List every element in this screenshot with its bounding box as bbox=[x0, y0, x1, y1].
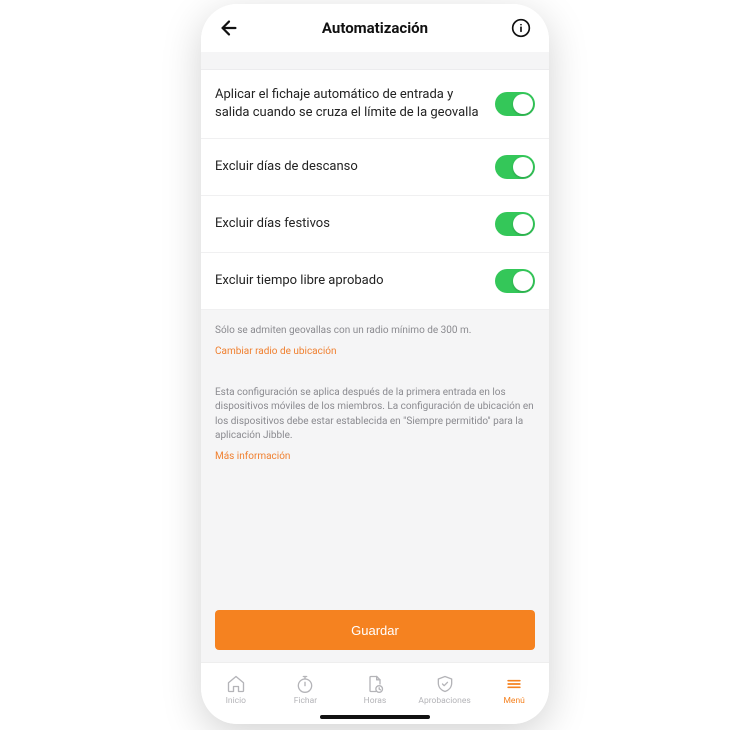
tab-menu[interactable]: Menú bbox=[479, 674, 549, 706]
tab-home[interactable]: Inicio bbox=[201, 674, 271, 706]
page-title: Automatización bbox=[322, 19, 428, 37]
arrow-left-icon bbox=[218, 17, 240, 39]
info-section-radius: Sólo se admiten geovallas con un radio m… bbox=[201, 310, 549, 368]
toggle-exclude-holidays[interactable] bbox=[495, 212, 535, 236]
home-icon bbox=[226, 674, 246, 694]
phone-frame: Automatización Aplicar el fichaje automá… bbox=[201, 4, 549, 724]
content-fill bbox=[201, 473, 549, 600]
info-section-permissions: Esta configuración se aplica después de … bbox=[201, 368, 549, 473]
setting-row-exclude-rest: Excluir días de descanso bbox=[201, 139, 549, 196]
setting-label: Excluir días festivos bbox=[215, 215, 344, 233]
tab-label: Fichar bbox=[294, 696, 317, 706]
info-button[interactable] bbox=[507, 14, 535, 42]
setting-row-exclude-timeoff: Excluir tiempo libre aprobado bbox=[201, 253, 549, 310]
save-button-wrap: Guardar bbox=[201, 600, 549, 662]
change-radius-link[interactable]: Cambiar radio de ubicación bbox=[215, 346, 337, 357]
tab-hours[interactable]: Horas bbox=[340, 674, 410, 706]
menu-icon bbox=[504, 674, 524, 694]
section-spacer bbox=[201, 52, 549, 70]
setting-label: Excluir tiempo libre aprobado bbox=[215, 272, 398, 290]
toggle-exclude-rest[interactable] bbox=[495, 155, 535, 179]
tab-label: Aprobaciones bbox=[418, 696, 470, 706]
tab-clock[interactable]: Fichar bbox=[271, 674, 341, 706]
save-button[interactable]: Guardar bbox=[215, 610, 535, 650]
tab-label: Menú bbox=[504, 696, 525, 706]
info-text: Esta configuración se aplica después de … bbox=[215, 386, 535, 444]
home-indicator bbox=[320, 715, 430, 719]
document-clock-icon bbox=[365, 674, 385, 694]
back-button[interactable] bbox=[215, 14, 243, 42]
more-info-link[interactable]: Más información bbox=[215, 451, 290, 462]
info-text: Sólo se admiten geovallas con un radio m… bbox=[215, 324, 535, 339]
stopwatch-icon bbox=[295, 674, 315, 694]
tab-label: Horas bbox=[364, 696, 387, 706]
shield-check-icon bbox=[435, 674, 455, 694]
toggle-exclude-timeoff[interactable] bbox=[495, 269, 535, 293]
header: Automatización bbox=[201, 4, 549, 52]
tab-label: Inicio bbox=[226, 696, 246, 706]
toggle-geofence-auto[interactable] bbox=[495, 92, 535, 116]
setting-row-exclude-holidays: Excluir días festivos bbox=[201, 196, 549, 253]
setting-label: Excluir días de descanso bbox=[215, 158, 372, 176]
tab-approvals[interactable]: Aprobaciones bbox=[410, 674, 480, 706]
info-icon bbox=[511, 18, 531, 38]
setting-label: Aplicar el fichaje automático de entrada… bbox=[215, 86, 495, 122]
setting-row-geofence-auto: Aplicar el fichaje automático de entrada… bbox=[201, 70, 549, 139]
content-scroll[interactable]: Aplicar el fichaje automático de entrada… bbox=[201, 52, 549, 662]
